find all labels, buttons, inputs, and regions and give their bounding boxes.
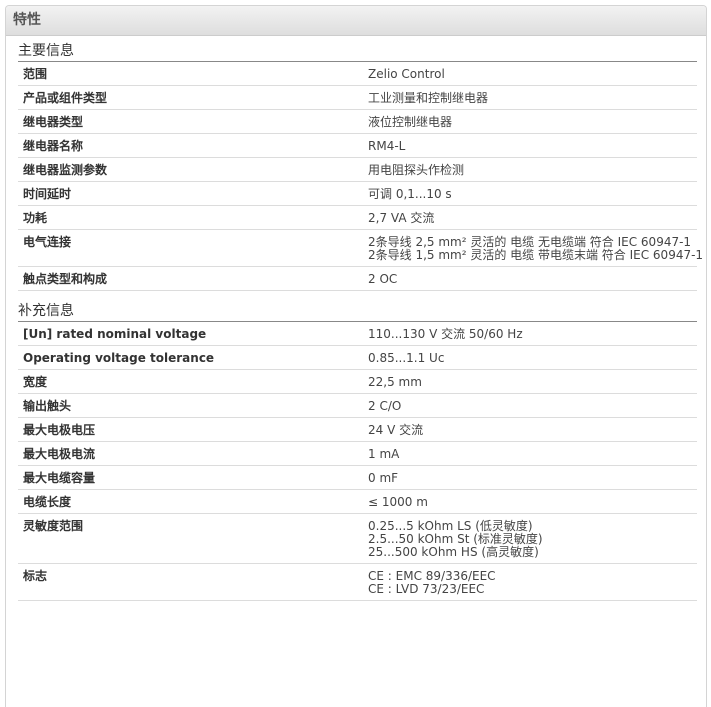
spec-value-line: CE : LVD 73/23/EEC: [368, 582, 485, 596]
spec-label: 最大电极电压: [18, 417, 357, 442]
spec-row: 宽度 22,5 mm: [18, 369, 697, 394]
spec-label: 继电器监测参数: [18, 157, 357, 182]
spec-value: RM4-L: [357, 133, 697, 158]
spec-row: 触点类型和构成 2 OC: [18, 266, 697, 291]
spec-value-line: 液位控制继电器: [368, 115, 453, 129]
spec-value-line: Zelio Control: [368, 67, 445, 81]
extra-info-section-title: 补充信息: [18, 303, 697, 322]
spec-value-line: 用电阻探头作检测: [368, 163, 465, 177]
spec-value: 工业测量和控制继电器: [357, 85, 697, 110]
spec-value: ≤ 1000 m: [357, 489, 697, 514]
spec-value-line: 0.85...1.1 Uc: [368, 351, 445, 365]
spec-value: Zelio Control: [357, 62, 697, 86]
spec-label: 时间延时: [18, 181, 357, 206]
spec-value: 110...130 V 交流 50/60 Hz: [357, 322, 697, 346]
spec-value-line: 2,7 VA 交流: [368, 211, 435, 225]
spec-label: 最大电极电流: [18, 441, 357, 466]
spec-value-line: 25...500 kOhm HS (高灵敏度): [368, 545, 539, 559]
spec-label: 宽度: [18, 369, 357, 394]
spec-row: 继电器监测参数 用电阻探头作检测: [18, 157, 697, 182]
spec-value: 22,5 mm: [357, 369, 697, 394]
panel-title: 特性: [6, 6, 706, 36]
spec-value: 0.85...1.1 Uc: [357, 345, 697, 370]
spec-value-line: 工业测量和控制继电器: [368, 91, 489, 105]
spec-value-line: 1 mA: [368, 447, 400, 461]
spec-row: 继电器名称 RM4-L: [18, 133, 697, 158]
spec-label: 功耗: [18, 205, 357, 230]
main-info-section-title: 主要信息: [18, 43, 697, 62]
spec-row: Operating voltage tolerance 0.85...1.1 Uc: [18, 345, 697, 370]
spec-label: 触点类型和构成: [18, 266, 357, 291]
spec-value-line: 24 V 交流: [368, 423, 424, 437]
spec-value-line: 2条导线 1,5 mm² 灵活的 电缆 带电缆末端 符合 IEC 60947-1: [368, 248, 704, 262]
spec-row: 灵敏度范围 0.25...5 kOhm LS (低灵敏度) 2.5...50 kOh…: [18, 513, 697, 564]
spec-value: 2条导线 2,5 mm² 灵活的 电缆 无电缆端 符合 IEC 60947-1 2…: [357, 229, 704, 267]
spec-row: 范围 Zelio Control: [18, 62, 697, 86]
spec-value: 0 mF: [357, 465, 697, 490]
spec-value-line: 0 mF: [368, 471, 399, 485]
spec-label: [Un] rated nominal voltage: [18, 322, 357, 346]
spec-value: 1 mA: [357, 441, 697, 466]
spec-label: 标志: [18, 563, 357, 601]
spec-value: 2 OC: [357, 266, 697, 291]
spec-value-line: 可调 0,1...10 s: [368, 187, 452, 201]
spec-label: 最大电缆容量: [18, 465, 357, 490]
spec-row: [Un] rated nominal voltage 110...130 V 交流…: [18, 322, 697, 346]
spec-row: 最大电极电流 1 mA: [18, 441, 697, 466]
spec-row: 时间延时 可调 0,1...10 s: [18, 181, 697, 206]
spec-row: 电缆长度 ≤ 1000 m: [18, 489, 697, 514]
spec-value: 液位控制继电器: [357, 109, 697, 134]
spec-row: 标志 CE : EMC 89/336/EEC CE : LVD 73/23/EEC: [18, 563, 697, 601]
extra-info-table: [Un] rated nominal voltage 110...130 V 交流…: [18, 322, 697, 601]
spec-value-line: 110...130 V 交流 50/60 Hz: [368, 327, 523, 341]
spec-label: 输出触头: [18, 393, 357, 418]
spec-row: 最大电极电压 24 V 交流: [18, 417, 697, 442]
spec-row: 产品或组件类型 工业测量和控制继电器: [18, 85, 697, 110]
spec-value: CE : EMC 89/336/EEC CE : LVD 73/23/EEC: [357, 563, 697, 601]
spec-row: 电气连接 2条导线 2,5 mm² 灵活的 电缆 无电缆端 符合 IEC 6094…: [18, 229, 704, 267]
spec-value-line: 2 C/O: [368, 399, 402, 413]
spec-label: Operating voltage tolerance: [18, 345, 357, 370]
spec-value: 0.25...5 kOhm LS (低灵敏度) 2.5...50 kOhm St …: [357, 513, 697, 564]
spec-label: 电缆长度: [18, 489, 357, 514]
spec-value-line: 2 OC: [368, 272, 398, 286]
spec-value: 2 C/O: [357, 393, 697, 418]
spec-label: 灵敏度范围: [18, 513, 357, 564]
spec-label: 范围: [18, 62, 357, 86]
spec-row: 继电器类型 液位控制继电器: [18, 109, 697, 134]
spec-label: 产品或组件类型: [18, 85, 357, 110]
spec-value-line: RM4-L: [368, 139, 406, 153]
spec-value: 2,7 VA 交流: [357, 205, 697, 230]
spec-row: 输出触头 2 C/O: [18, 393, 697, 418]
spec-label: 继电器名称: [18, 133, 357, 158]
main-info-table: 范围 Zelio Control 产品或组件类型 工业测量和控制继电器 继电器类型 液位控…: [18, 62, 704, 291]
spec-row: 功耗 2,7 VA 交流: [18, 205, 697, 230]
spec-row: 最大电缆容量 0 mF: [18, 465, 697, 490]
spec-value: 24 V 交流: [357, 417, 697, 442]
spec-value-line: 22,5 mm: [368, 375, 422, 389]
spec-value: 用电阻探头作检测: [357, 157, 697, 182]
spec-label: 继电器类型: [18, 109, 357, 134]
spec-value-line: ≤ 1000 m: [368, 495, 428, 509]
spec-label: 电气连接: [18, 229, 357, 267]
spec-value: 可调 0,1...10 s: [357, 181, 697, 206]
characteristics-panel: 特性 主要信息 范围 Zelio Control 产品或组件类型 工业测量和控制继电器…: [5, 5, 707, 707]
